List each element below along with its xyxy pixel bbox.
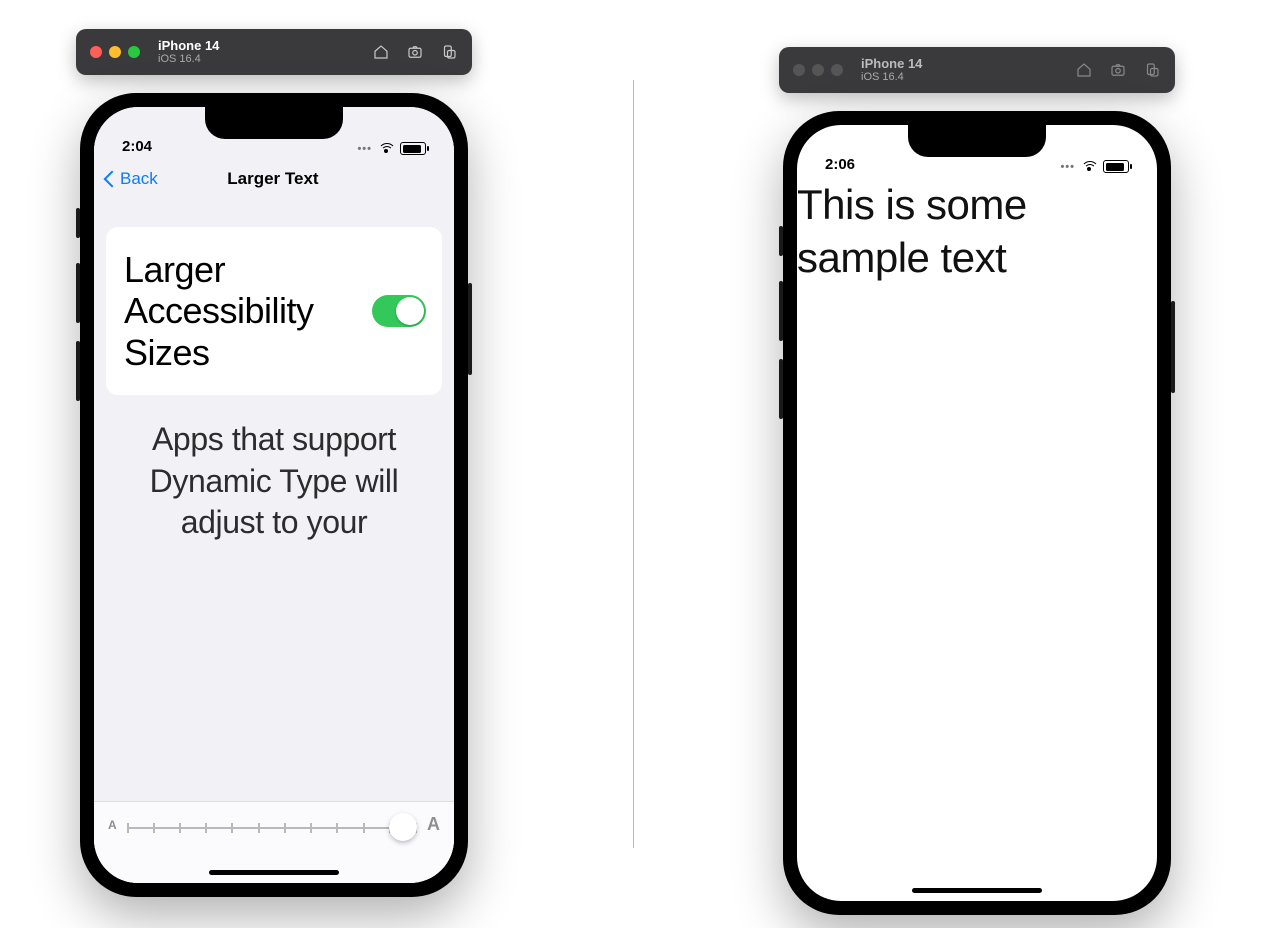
home-indicator[interactable] [912, 888, 1042, 893]
slider-min-glyph: A [108, 818, 117, 832]
slider-max-glyph: A [427, 814, 440, 835]
wifi-icon [1081, 161, 1097, 173]
screenshot-icon[interactable] [1109, 61, 1127, 79]
home-icon[interactable] [1075, 61, 1093, 79]
chevron-left-icon [104, 169, 116, 189]
iphone-frame-left: 2:04 ••• Back Larger Text Larger Accessi… [80, 93, 468, 897]
wifi-icon [378, 143, 394, 155]
nav-title: Larger Text [227, 169, 318, 189]
status-time: 2:04 [122, 138, 152, 155]
notch [908, 125, 1046, 157]
battery-icon [400, 142, 426, 155]
larger-sizes-cell: Larger Accessi­bility Sizes [106, 227, 442, 395]
close-window-button[interactable] [793, 64, 805, 76]
dynamic-type-footnote: Apps that support Dynamic Type will adju… [114, 419, 434, 544]
close-window-button[interactable] [90, 46, 102, 58]
nav-bar: Back Larger Text [94, 157, 454, 201]
minimize-window-button[interactable] [812, 64, 824, 76]
status-time: 2:06 [825, 156, 855, 173]
simulator-subtitle: iOS 16.4 [158, 53, 219, 65]
minimize-window-button[interactable] [109, 46, 121, 58]
simulator-title: iPhone 14 [158, 39, 219, 53]
fullscreen-window-button[interactable] [128, 46, 140, 58]
iphone-frame-right: 2:06 ••• This is some sample text [783, 111, 1171, 915]
traffic-lights-inactive[interactable] [793, 64, 843, 76]
screenshot-icon[interactable] [406, 43, 424, 61]
simulator-window-bar-left[interactable]: iPhone 14 iOS 16.4 [76, 29, 472, 75]
fullscreen-window-button[interactable] [831, 64, 843, 76]
simulator-window-bar-right[interactable]: iPhone 14 iOS 16.4 [779, 47, 1175, 93]
vertical-divider [633, 80, 634, 848]
rotate-icon[interactable] [440, 43, 458, 61]
home-icon[interactable] [372, 43, 390, 61]
back-label: Back [120, 169, 158, 189]
rotate-icon[interactable] [1143, 61, 1161, 79]
back-button[interactable]: Back [104, 169, 158, 189]
larger-sizes-toggle[interactable] [372, 295, 426, 327]
simulator-subtitle: iOS 16.4 [861, 71, 922, 83]
traffic-lights[interactable] [90, 46, 140, 58]
simulator-title: iPhone 14 [861, 57, 922, 71]
notch [205, 107, 343, 139]
larger-sizes-label: Larger Accessi­bility Sizes [124, 249, 339, 373]
text-size-slider[interactable] [127, 816, 417, 840]
cellular-icon: ••• [1060, 161, 1075, 173]
cellular-icon: ••• [357, 143, 372, 155]
sample-body-text: This is some sample text [797, 175, 1157, 284]
home-indicator[interactable] [209, 870, 339, 875]
battery-icon [1103, 160, 1129, 173]
slider-thumb[interactable] [389, 813, 417, 841]
